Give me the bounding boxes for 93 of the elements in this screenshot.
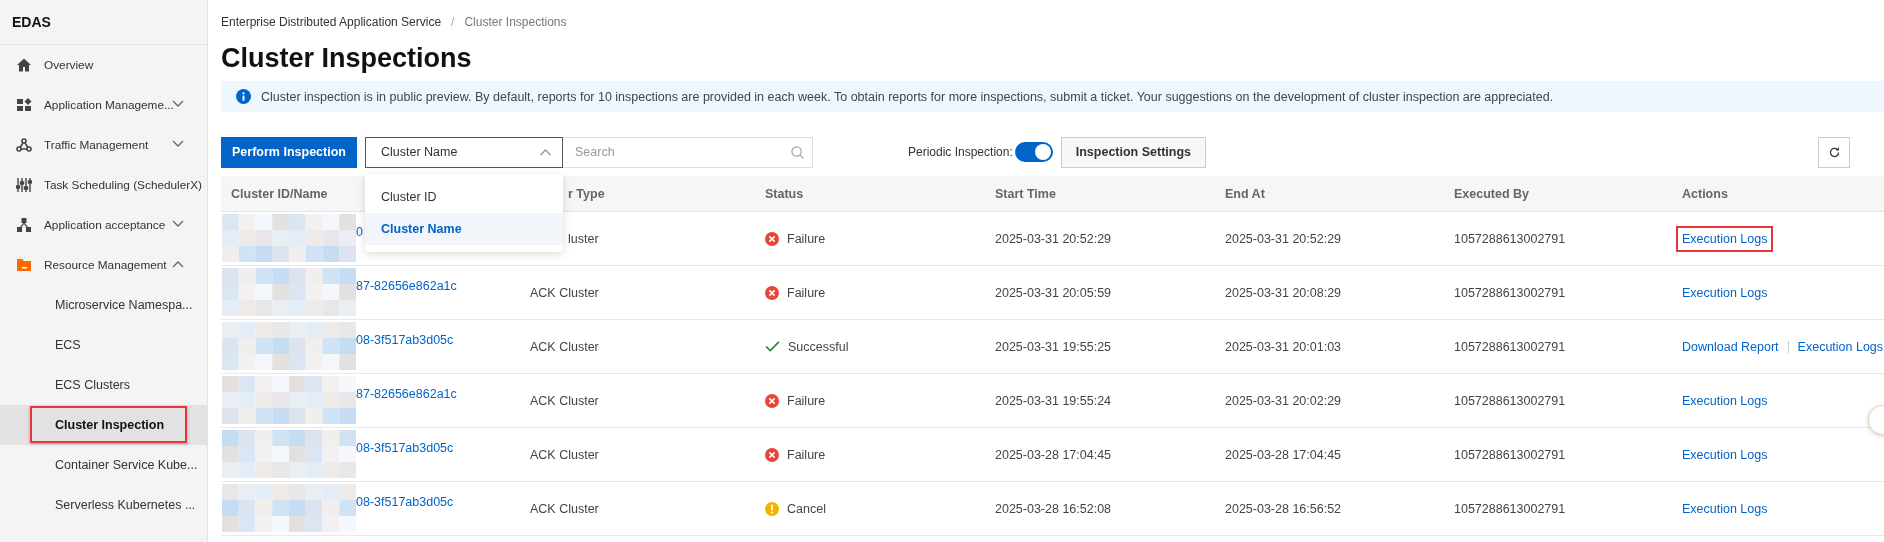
status-text: Cancel <box>787 501 826 516</box>
filter-select[interactable]: Cluster Name <box>365 136 563 168</box>
page-title: Cluster Inspections <box>221 42 473 75</box>
error-icon <box>765 393 779 408</box>
column-header: r Type <box>568 186 605 201</box>
cluster-type: ACK Cluster <box>530 393 599 408</box>
start-time: 2025-03-31 19:55:24 <box>995 393 1112 408</box>
sidebar-subitem[interactable]: Cluster Inspection <box>0 405 207 445</box>
toggle-switch[interactable] <box>1014 142 1053 162</box>
cluster-id-link[interactable]: 08-3f517ab3d05c <box>356 333 454 347</box>
refresh-button[interactable] <box>1818 136 1850 168</box>
cluster-type: ACK Cluster <box>530 339 599 354</box>
executor-id: 1057288613002791 <box>1454 231 1566 246</box>
dropdown-option[interactable]: Cluster ID <box>365 180 563 213</box>
cluster-type: ACK Cluster <box>530 501 599 516</box>
executor-id: 1057288613002791 <box>1454 447 1566 462</box>
status-text: Failure <box>787 447 826 462</box>
sidebar-subitem[interactable]: Serverless Kubernetes ... <box>0 485 207 525</box>
start-time: 2025-03-31 20:05:59 <box>995 285 1112 300</box>
end-time: 2025-03-31 20:08:29 <box>1225 285 1342 300</box>
sidebar-item[interactable]: Overview <box>0 45 207 85</box>
sidebar-item[interactable]: Resource Management <box>0 245 207 285</box>
breadcrumb-separator: / <box>451 15 455 29</box>
action-link[interactable]: Download Report <box>1682 335 1779 358</box>
notice-text: Cluster inspection is in public preview. By default, reports for 10 inspections are provided in each week. To obtain reports for more inspections, submit a ticket. Your suggestions on the development of cluster inspection are appreciated. <box>261 89 1554 104</box>
app-title: EDAS <box>0 0 207 45</box>
action-link[interactable]: Execution Logs <box>1682 497 1768 520</box>
cluster-id-link[interactable]: 08-3f517ab3d05c <box>356 495 454 509</box>
status-text: Failure <box>787 285 826 300</box>
executor-id: 1057288613002791 <box>1454 393 1566 408</box>
folder-icon <box>16 257 32 273</box>
sliders-icon <box>16 177 32 193</box>
hierarchy-icon <box>16 217 32 233</box>
refresh-icon <box>1827 145 1841 159</box>
cluster-type: luster <box>568 231 599 246</box>
column-header: Actions <box>1682 186 1728 201</box>
cluster-type: ACK Cluster <box>530 285 599 300</box>
sidebar-subitem[interactable]: ECS Clusters <box>0 365 207 405</box>
network-icon <box>16 137 32 153</box>
end-time: 2025-03-31 20:52:29 <box>1225 231 1342 246</box>
status-text: Successful <box>788 339 849 354</box>
start-time: 2025-03-28 17:04:45 <box>995 447 1112 462</box>
sidebar-item[interactable]: Task Scheduling (SchedulerX) <box>0 165 207 205</box>
home-icon <box>16 57 32 73</box>
breadcrumb-link[interactable]: Cluster Inspections <box>464 15 567 29</box>
cluster-type: ACK Cluster <box>530 447 599 462</box>
action-link[interactable]: Execution Logs <box>1682 389 1768 412</box>
cluster-id-link[interactable]: 87-82656e862a1c <box>356 279 457 293</box>
action-link[interactable]: Execution Logs <box>1682 281 1768 304</box>
start-time: 2025-03-28 16:52:08 <box>995 501 1112 516</box>
periodic-inspection-label: Periodic Inspection: <box>908 145 1013 159</box>
start-time: 2025-03-31 19:55:25 <box>995 339 1112 354</box>
check-icon <box>765 341 780 352</box>
end-time: 2025-03-31 20:01:03 <box>1225 339 1342 354</box>
column-header: Executed By <box>1454 186 1530 201</box>
executor-id: 1057288613002791 <box>1454 285 1566 300</box>
info-icon <box>236 89 251 104</box>
column-header: Cluster ID/Name <box>231 186 328 201</box>
sidebar-subitem[interactable]: Microservice Namespa... <box>0 285 207 325</box>
sidebar-subitem[interactable]: Container Service Kube... <box>0 445 207 485</box>
cluster-id-link[interactable]: 87-82656e862a1c <box>356 387 457 401</box>
end-time: 2025-03-31 20:02:29 <box>1225 393 1342 408</box>
column-header: Start Time <box>995 186 1056 201</box>
search-field[interactable]: Search <box>563 136 813 168</box>
executor-id: 1057288613002791 <box>1454 501 1566 516</box>
error-icon <box>765 231 779 246</box>
warning-icon <box>765 501 779 516</box>
executor-id: 1057288613002791 <box>1454 339 1566 354</box>
search-icon <box>790 144 805 160</box>
cluster-id-link[interactable]: 0 <box>356 225 363 239</box>
end-time: 2025-03-28 16:56:52 <box>1225 501 1342 516</box>
action-link[interactable]: Execution Logs <box>1682 443 1768 466</box>
chevron-up-icon <box>539 148 552 156</box>
breadcrumb-link[interactable]: Enterprise Distributed Application Service <box>221 15 442 29</box>
column-header: Status <box>765 186 804 201</box>
error-icon <box>765 285 779 300</box>
status-text: Failure <box>787 231 826 246</box>
column-header: End At <box>1225 186 1265 201</box>
sidebar-subitem[interactable]: ECS <box>0 325 207 365</box>
error-icon <box>765 447 779 462</box>
end-time: 2025-03-28 17:04:45 <box>1225 447 1342 462</box>
action-link[interactable]: Execution Logs <box>1678 227 1772 250</box>
action-link[interactable]: Execution Logs <box>1797 335 1884 358</box>
status-text: Failure <box>787 393 826 408</box>
sidebar-item[interactable]: Application Manageme... <box>0 85 207 125</box>
sidebar-item[interactable]: Traffic Management <box>0 125 207 165</box>
start-time: 2025-03-31 20:52:29 <box>995 231 1112 246</box>
cluster-id-link[interactable]: 08-3f517ab3d05c <box>356 441 454 455</box>
inspection-settings-button[interactable]: Inspection Settings <box>1060 136 1207 168</box>
sidebar-item[interactable]: Application acceptance <box>0 205 207 245</box>
dropdown-option[interactable]: Cluster Name <box>365 212 563 245</box>
apps-icon <box>16 97 32 113</box>
perform-inspection-button[interactable]: Perform Inspection <box>221 136 357 168</box>
